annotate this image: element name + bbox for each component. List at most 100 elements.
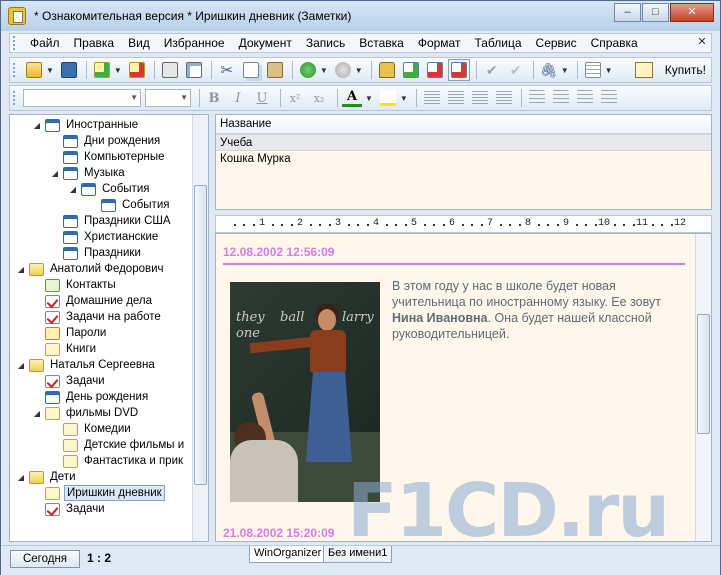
new-record-dropdown-icon[interactable]: ▼ bbox=[114, 66, 122, 75]
delete-record-button[interactable] bbox=[126, 59, 148, 81]
lock-button[interactable] bbox=[376, 59, 398, 81]
align-left-button[interactable] bbox=[421, 87, 443, 109]
tree-scrollbar-thumb[interactable] bbox=[194, 185, 207, 485]
list-item[interactable]: Кошка Мурка bbox=[216, 151, 711, 168]
menu-view[interactable]: Вид bbox=[121, 34, 157, 52]
underline-button[interactable]: U bbox=[252, 91, 272, 106]
italic-button[interactable]: I bbox=[228, 91, 248, 106]
numbering-button[interactable] bbox=[550, 87, 572, 109]
subscript-button[interactable]: x₂ bbox=[309, 92, 329, 105]
tab-winorganizer[interactable]: WinOrganizer bbox=[249, 546, 327, 563]
highlight-button[interactable] bbox=[377, 87, 399, 109]
notes-list-header[interactable]: Название bbox=[216, 115, 711, 134]
align-center-button[interactable] bbox=[445, 87, 467, 109]
buy-button[interactable]: Купить! bbox=[665, 61, 706, 79]
open-dropdown-icon[interactable]: ▼ bbox=[46, 66, 54, 75]
menu-format[interactable]: Формат bbox=[411, 34, 468, 52]
save-button[interactable] bbox=[58, 59, 80, 81]
tree-item[interactable]: Книги bbox=[32, 341, 98, 357]
forward-dropdown-icon[interactable]: ▼ bbox=[355, 66, 363, 75]
attach-button[interactable]: 🖇 bbox=[538, 59, 560, 81]
buy-icon[interactable] bbox=[635, 62, 653, 78]
table-button[interactable] bbox=[582, 59, 604, 81]
superscript-button[interactable]: x² bbox=[285, 92, 305, 105]
menu-close-icon[interactable]: ✕ bbox=[696, 36, 708, 48]
preview-button[interactable] bbox=[183, 59, 205, 81]
tree-item[interactable]: ◢ Анатолий Федорович bbox=[16, 261, 166, 277]
tree-item[interactable]: Задачи bbox=[32, 373, 107, 389]
tree-expander-icon[interactable]: ◢ bbox=[32, 121, 42, 130]
outdent-button[interactable] bbox=[574, 87, 596, 109]
check-button[interactable]: ✔ bbox=[481, 59, 503, 81]
font-size-select[interactable]: ▼ bbox=[145, 89, 191, 107]
table-dropdown-icon[interactable]: ▼ bbox=[605, 66, 613, 75]
close-button[interactable]: ✕ bbox=[670, 3, 714, 22]
cut-button[interactable]: ✂ bbox=[216, 59, 238, 81]
uncheck-button[interactable]: ✔ bbox=[505, 59, 527, 81]
tree-item[interactable]: Иришкин дневник bbox=[32, 485, 165, 501]
tree-item[interactable]: Праздники bbox=[50, 245, 143, 261]
copy-button[interactable] bbox=[240, 59, 262, 81]
tree-scrollbar[interactable] bbox=[192, 115, 208, 541]
tree-expander-icon[interactable]: ◢ bbox=[16, 265, 26, 274]
list-item[interactable]: Учеба bbox=[216, 134, 711, 151]
tree-item[interactable]: Компьютерные bbox=[50, 149, 167, 165]
add-item-button[interactable] bbox=[400, 59, 422, 81]
tree-item[interactable]: Домашние дела bbox=[32, 293, 154, 309]
tree-expander-icon[interactable]: ◢ bbox=[16, 473, 26, 482]
minimize-button[interactable]: – bbox=[614, 3, 641, 22]
tree-item[interactable]: Праздники США bbox=[50, 213, 173, 229]
tree-expander-icon[interactable]: ◢ bbox=[16, 361, 26, 370]
align-right-button[interactable] bbox=[469, 87, 491, 109]
highlight-dropdown-icon[interactable]: ▼ bbox=[400, 94, 408, 103]
tree-item[interactable]: Детские фильмы и bbox=[50, 437, 186, 453]
menu-table[interactable]: Таблица bbox=[467, 34, 528, 52]
tree-item[interactable]: ◢ Дети bbox=[16, 469, 78, 485]
edit-item-button[interactable] bbox=[424, 59, 446, 81]
tree-item[interactable]: День рождения bbox=[32, 389, 150, 405]
new-record-button[interactable] bbox=[91, 59, 113, 81]
tree-item[interactable]: Контакты bbox=[32, 277, 118, 293]
attach-dropdown-icon[interactable]: ▼ bbox=[561, 66, 569, 75]
bullets-button[interactable] bbox=[526, 87, 548, 109]
editor-scrollbar[interactable] bbox=[695, 234, 711, 541]
font-color-button[interactable]: A bbox=[342, 89, 362, 107]
today-button[interactable]: Сегодня bbox=[10, 550, 80, 568]
tree-item[interactable]: ◢ Иностранные bbox=[32, 117, 140, 133]
tree-item[interactable]: ◢ Музыка bbox=[50, 165, 127, 181]
print-button[interactable] bbox=[159, 59, 181, 81]
menu-favorites[interactable]: Избранное bbox=[157, 34, 232, 52]
back-button[interactable] bbox=[297, 59, 319, 81]
back-dropdown-icon[interactable]: ▼ bbox=[320, 66, 328, 75]
maximize-button[interactable]: □ bbox=[642, 3, 669, 22]
menu-document[interactable]: Документ bbox=[232, 34, 299, 52]
tree-item[interactable]: ◢ Наталья Сергеевна bbox=[16, 357, 157, 373]
bold-button[interactable]: B bbox=[204, 91, 224, 106]
tree-item[interactable]: Христианские bbox=[50, 229, 160, 245]
tree-item[interactable]: Задачи на работе bbox=[32, 309, 163, 325]
open-button[interactable] bbox=[23, 59, 45, 81]
font-name-select[interactable]: ▼ bbox=[23, 89, 141, 107]
tree-expander-icon[interactable]: ◢ bbox=[68, 185, 78, 194]
tab-untitled[interactable]: Без имени1 bbox=[323, 546, 393, 563]
menu-help[interactable]: Справка bbox=[584, 34, 645, 52]
menu-record[interactable]: Запись bbox=[299, 34, 352, 52]
tree-expander-icon[interactable]: ◢ bbox=[50, 169, 60, 178]
tree-item[interactable]: Задачи bbox=[32, 501, 107, 517]
paste-button[interactable] bbox=[264, 59, 286, 81]
menu-edit[interactable]: Правка bbox=[67, 34, 122, 52]
forward-button[interactable] bbox=[332, 59, 354, 81]
indent-button[interactable] bbox=[598, 87, 620, 109]
tree-item[interactable]: ◢ События bbox=[68, 181, 151, 197]
entry-text[interactable]: В этом году у нас в школе будет новая уч… bbox=[392, 278, 682, 342]
remove-item-button[interactable] bbox=[447, 59, 470, 81]
tree-item[interactable]: События bbox=[88, 197, 171, 213]
editor-scrollbar-thumb[interactable] bbox=[697, 314, 710, 434]
tree-item[interactable]: ◢ фильмы DVD bbox=[32, 405, 140, 421]
tree-item[interactable]: Комедии bbox=[50, 421, 133, 437]
ruler[interactable]: 1 2 3 4 5 6 7 8 9 10 11 12 bbox=[215, 215, 712, 233]
menu-file[interactable]: Файл bbox=[23, 34, 67, 52]
font-color-dropdown-icon[interactable]: ▼ bbox=[365, 94, 373, 103]
tree-item[interactable]: Дни рождения bbox=[50, 133, 162, 149]
tree-expander-icon[interactable]: ◢ bbox=[32, 409, 42, 418]
